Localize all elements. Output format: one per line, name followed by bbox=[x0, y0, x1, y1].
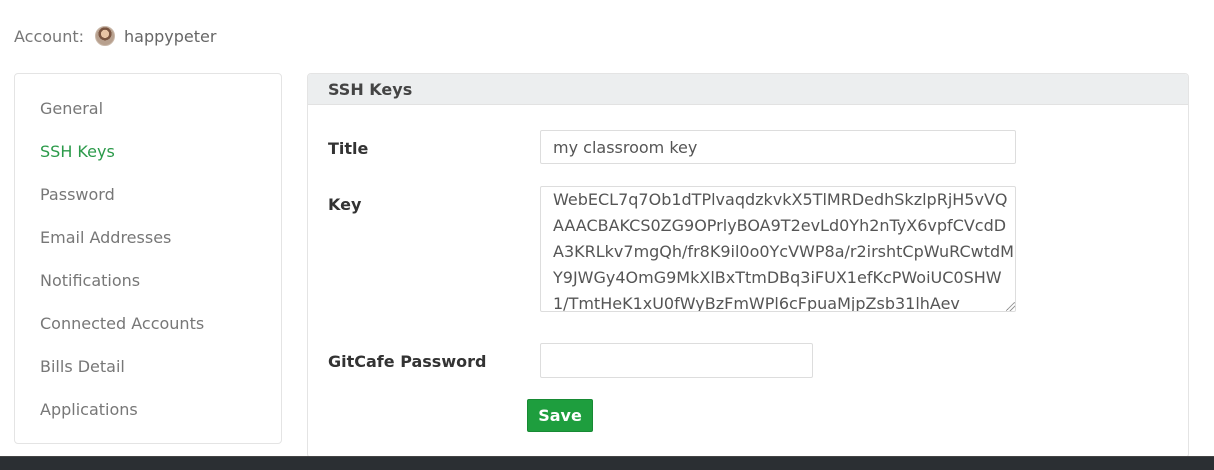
password-input[interactable] bbox=[540, 343, 813, 378]
ssh-keys-panel: SSH Keys Title Key WebECL7q7Ob1dTPlvaqdz… bbox=[307, 73, 1189, 458]
bottom-taskbar bbox=[0, 456, 1214, 470]
save-button[interactable]: Save bbox=[527, 399, 593, 432]
sidebar-item-applications[interactable]: Applications bbox=[15, 388, 281, 431]
sidebar-item-password[interactable]: Password bbox=[15, 173, 281, 216]
settings-sidebar: General SSH Keys Password Email Addresse… bbox=[14, 73, 282, 444]
sidebar-item-ssh-keys[interactable]: SSH Keys bbox=[15, 130, 281, 173]
sidebar-item-notifications[interactable]: Notifications bbox=[15, 259, 281, 302]
panel-title: SSH Keys bbox=[308, 74, 1188, 105]
password-label: GitCafe Password bbox=[328, 352, 487, 371]
key-label: Key bbox=[328, 195, 362, 214]
account-label: Account: bbox=[14, 26, 84, 46]
sidebar-item-email-addresses[interactable]: Email Addresses bbox=[15, 216, 281, 259]
key-textarea[interactable]: WebECL7q7Ob1dTPlvaqdzkvkX5TlMRDedhSkzlpR… bbox=[540, 186, 1016, 312]
sidebar-item-bills-detail[interactable]: Bills Detail bbox=[15, 345, 281, 388]
sidebar-item-general[interactable]: General bbox=[15, 87, 281, 130]
account-bar: Account: happypeter bbox=[14, 22, 216, 50]
title-label: Title bbox=[328, 139, 369, 158]
title-input[interactable] bbox=[540, 130, 1016, 164]
user-avatar-icon[interactable] bbox=[95, 26, 115, 46]
sidebar-item-connected-accounts[interactable]: Connected Accounts bbox=[15, 302, 281, 345]
account-username[interactable]: happypeter bbox=[124, 27, 216, 46]
key-field-wrapper: WebECL7q7Ob1dTPlvaqdzkvkX5TlMRDedhSkzlpR… bbox=[540, 186, 1016, 312]
resize-grip-icon[interactable] bbox=[1006, 302, 1015, 311]
